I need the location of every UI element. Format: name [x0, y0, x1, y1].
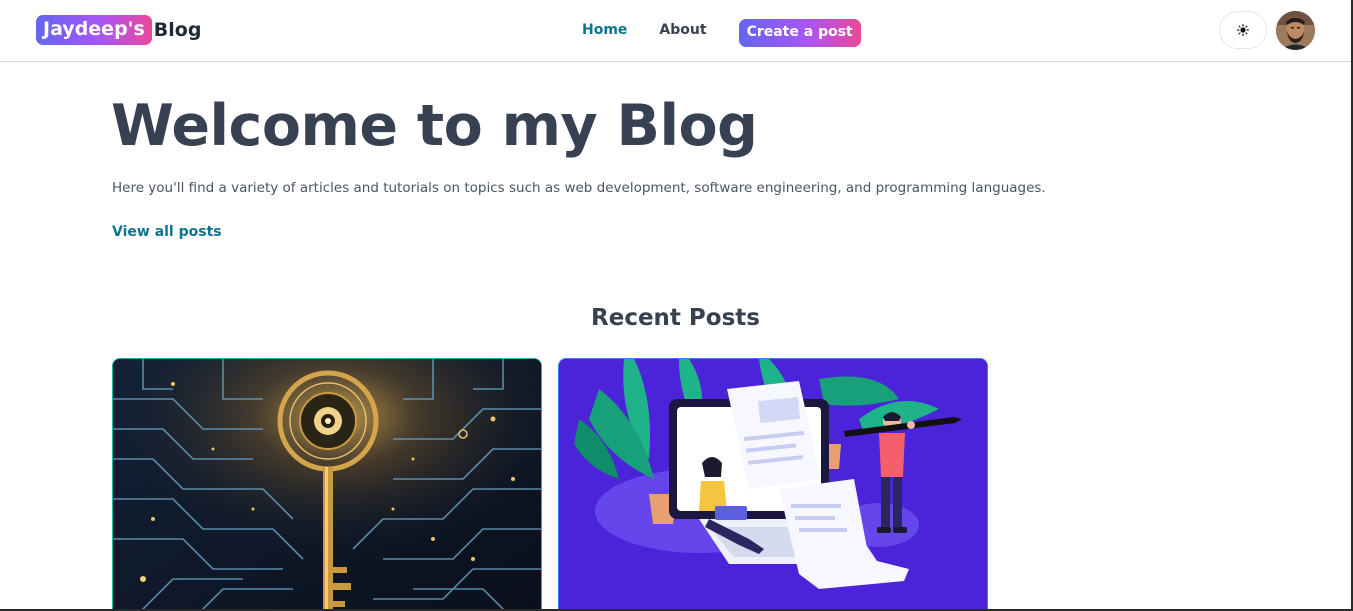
site-logo[interactable]: Jaydeep's Blog	[36, 15, 201, 45]
page: Jaydeep's Blog Home About Create a post	[0, 0, 1353, 611]
view-all-posts-link[interactable]: View all posts	[112, 223, 222, 241]
nav-home-link[interactable]: Home	[582, 20, 627, 40]
logo-text: Blog	[153, 19, 202, 41]
hero-description: Here you'll find a variety of articles a…	[112, 180, 1046, 196]
writing-illustration-image	[559, 359, 987, 609]
site-header: Jaydeep's Blog Home About Create a post	[0, 0, 1351, 62]
user-avatar[interactable]	[1276, 11, 1315, 50]
recent-posts-heading: Recent Posts	[591, 305, 760, 331]
nav-about-link[interactable]: About	[659, 20, 706, 40]
post-card-2[interactable]	[558, 358, 988, 609]
circuit-key-image	[113, 359, 541, 609]
logo-badge: Jaydeep's	[36, 15, 152, 45]
create-post-button[interactable]: Create a post	[738, 19, 861, 47]
main-nav: Home About Create a post	[582, 16, 861, 47]
hero-title: Welcome to my Blog	[111, 93, 758, 159]
avatar-image	[1276, 11, 1315, 50]
theme-toggle-button[interactable]	[1219, 11, 1267, 49]
post-card-1[interactable]	[112, 358, 542, 609]
sun-icon	[1237, 24, 1249, 36]
